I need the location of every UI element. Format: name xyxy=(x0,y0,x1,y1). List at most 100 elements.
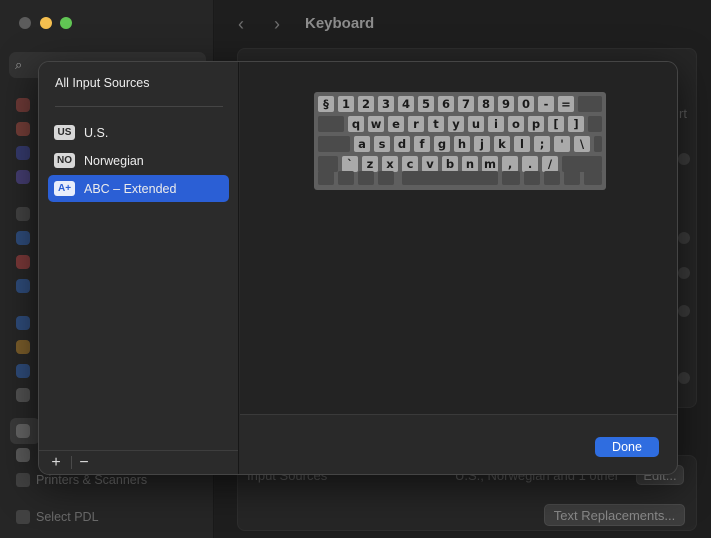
keyboard-key: x xyxy=(382,156,398,172)
keyboard-key: 9 xyxy=(498,96,514,112)
text-replacements-button[interactable]: Text Replacements... xyxy=(544,504,685,526)
keyboard-key: / xyxy=(542,156,558,172)
keyboard-key-blank xyxy=(338,171,354,185)
keyboard-key-blank xyxy=(588,116,602,132)
keyboard-key-blank xyxy=(402,171,498,185)
mouse-icon[interactable] xyxy=(16,424,30,438)
settings-category-icon[interactable] xyxy=(16,231,30,245)
input-sources-list-panel: All Input Sources US U.S. NO Norwegian A… xyxy=(39,62,239,474)
keyboard-key: y xyxy=(448,116,464,132)
keyboard-key: 8 xyxy=(478,96,494,112)
input-source-abc-extended[interactable]: A+ ABC – Extended xyxy=(48,175,229,202)
keyboard-key: r xyxy=(408,116,424,132)
keyboard-key: m xyxy=(482,156,498,172)
toggle-control[interactable] xyxy=(678,153,690,165)
keyboard-key: ; xyxy=(534,136,550,152)
keyboard-key: 6 xyxy=(438,96,454,112)
list-header: All Input Sources xyxy=(55,76,150,90)
keyboard-key: . xyxy=(522,156,538,172)
stepper-control[interactable] xyxy=(678,232,690,244)
keyboard-key-blank xyxy=(318,156,338,172)
close-window-button[interactable] xyxy=(19,17,31,29)
input-source-badge: A+ xyxy=(54,181,75,196)
partial-label: rt xyxy=(679,106,687,121)
keyboard-key: \ xyxy=(574,136,590,152)
keyboard-key-blank xyxy=(318,116,344,132)
sidebar-item-select-pdl[interactable]: Select PDL xyxy=(10,503,206,531)
keyboard-key-blank xyxy=(564,171,580,185)
keyboard-key-blank xyxy=(378,171,394,185)
keyboard-icon[interactable] xyxy=(16,388,30,402)
settings-category-icon[interactable] xyxy=(16,170,30,184)
printer-icon xyxy=(16,473,30,487)
settings-screen: ⌕ Printers & Scanners Select PDL ‹ › Key… xyxy=(0,0,711,538)
keyboard-key: v xyxy=(422,156,438,172)
input-source-badge: NO xyxy=(54,153,75,168)
keyboard-key: g xyxy=(434,136,450,152)
keyboard-key-blank xyxy=(358,171,374,185)
keyboard-key: h xyxy=(454,136,470,152)
keyboard-key: w xyxy=(368,116,384,132)
keyboard-key: k xyxy=(494,136,510,152)
settings-category-icon[interactable] xyxy=(16,316,30,330)
keyboard-key: d xyxy=(394,136,410,152)
keyboard-key: 7 xyxy=(458,96,474,112)
keyboard-layout-preview: § 1 2 3 4 5 6 7 8 9 0- = q w e r t y u i o p[] a s d f g h j k l; ' \ ` z x… xyxy=(314,92,606,190)
settings-category-icon[interactable] xyxy=(16,98,30,112)
page-title: Keyboard xyxy=(305,15,375,32)
keyboard-key: e xyxy=(388,116,404,132)
keyboard-key: 3 xyxy=(378,96,394,112)
printer-icon[interactable] xyxy=(16,448,30,462)
input-source-label: Norwegian xyxy=(84,153,144,168)
keyboard-key-blank xyxy=(502,171,520,185)
document-icon xyxy=(16,510,30,524)
keyboard-key: n xyxy=(462,156,478,172)
settings-category-icon[interactable] xyxy=(16,122,30,136)
keyboard-key: s xyxy=(374,136,390,152)
keyboard-key: ' xyxy=(554,136,570,152)
settings-category-icon[interactable] xyxy=(16,146,30,160)
minimize-window-button[interactable] xyxy=(40,17,52,29)
toggle-control[interactable] xyxy=(678,305,690,317)
keyboard-key: [ xyxy=(548,116,564,132)
keyboard-key-blank xyxy=(544,171,560,185)
keyboard-key: 4 xyxy=(398,96,414,112)
keyboard-key: j xyxy=(474,136,490,152)
forward-button[interactable]: › xyxy=(274,14,280,35)
input-source-norwegian[interactable]: NO Norwegian xyxy=(48,147,229,174)
input-source-label: U.S. xyxy=(84,125,109,140)
input-source-badge: US xyxy=(54,125,75,140)
keyboard-key: , xyxy=(502,156,518,172)
keyboard-key: t xyxy=(428,116,444,132)
settings-category-icon[interactable] xyxy=(16,364,30,378)
remove-input-source-button[interactable]: − xyxy=(75,454,93,471)
settings-category-icon[interactable] xyxy=(16,279,30,293)
keyboard-preview-pane: § 1 2 3 4 5 6 7 8 9 0- = q w e r t y u i o p[] a s d f g h j k l; ' \ ` z x… xyxy=(240,62,677,414)
keyboard-key: u xyxy=(468,116,484,132)
done-button[interactable]: Done xyxy=(595,437,659,457)
keyboard-key-blank xyxy=(562,156,602,172)
keyboard-key: 0 xyxy=(518,96,534,112)
keyboard-key-blank xyxy=(584,171,602,185)
keyboard-key: z xyxy=(362,156,378,172)
keyboard-key: b xyxy=(442,156,458,172)
keyboard-key: ] xyxy=(568,116,584,132)
add-input-source-button[interactable]: + xyxy=(47,454,65,471)
divider xyxy=(240,414,677,415)
keyboard-key: q xyxy=(348,116,364,132)
keyboard-key: l xyxy=(514,136,530,152)
input-source-label: ABC – Extended xyxy=(84,181,177,196)
zoom-window-button[interactable] xyxy=(60,17,72,29)
keyboard-key: f xyxy=(414,136,430,152)
keyboard-key-blank xyxy=(318,136,350,152)
keyboard-key: c xyxy=(402,156,418,172)
button-control[interactable] xyxy=(678,372,690,384)
stepper-control[interactable] xyxy=(678,267,690,279)
search-icon: ⌕ xyxy=(15,57,23,72)
back-button[interactable]: ‹ xyxy=(238,14,244,35)
settings-category-icon[interactable] xyxy=(16,255,30,269)
lock-icon[interactable] xyxy=(16,207,30,221)
input-source-us[interactable]: US U.S. xyxy=(48,119,229,146)
settings-category-icon[interactable] xyxy=(16,340,30,354)
toolbar-separator xyxy=(71,456,72,469)
